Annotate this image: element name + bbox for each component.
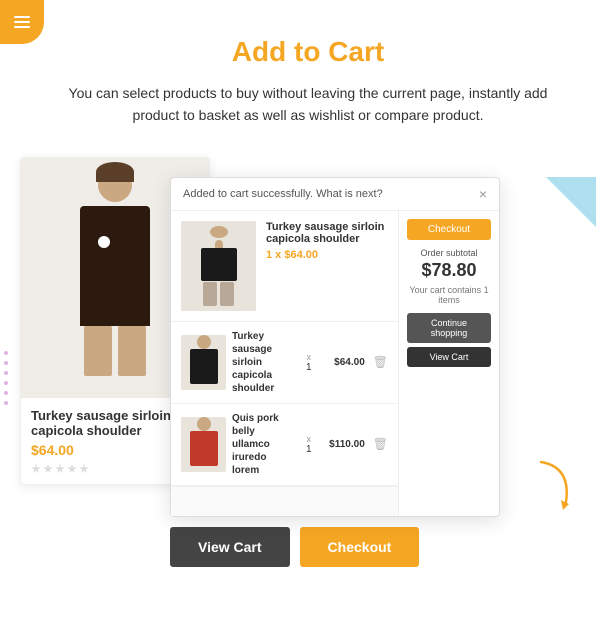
illustration-area: + Turkey sausage sirloin capicola should… <box>0 147 616 577</box>
cart-item-qty-1: x 1 <box>299 352 319 373</box>
star-1 <box>31 464 41 474</box>
featured-product-name: Turkey sausage sirloin capicola shoulder <box>266 221 388 245</box>
cart-popup: Added to cart successfully. What is next… <box>170 177 500 517</box>
page-title: Add to Cart <box>30 36 586 68</box>
featured-product-row: Turkey sausage sirloin capicola shoulder… <box>171 211 398 322</box>
cart-sidebar: Checkout Order subtotal $78.80 Your cart… <box>399 211 499 516</box>
cart-item-name-2: Quis pork belly ullamco iruredo lorem <box>232 412 293 477</box>
mini-head <box>210 226 228 238</box>
figure-head <box>98 168 132 202</box>
cart-item-price-1: $64.00 <box>325 357 365 368</box>
cart-products-column: Turkey sausage sirloin capicola shoulder… <box>171 211 399 516</box>
order-subtotal-amount: $78.80 <box>421 260 476 281</box>
delete-icon-1[interactable]: 🗑 <box>373 355 388 369</box>
featured-qty-label: 1 x <box>266 249 281 261</box>
cart-item-partial <box>171 486 398 516</box>
cart-item-image-2 <box>181 417 226 472</box>
tiny-head-2 <box>197 417 211 431</box>
featured-product-price-line: 1 x $64.00 <box>266 249 388 261</box>
cart-count-info: Your cart contains 1 items <box>407 285 491 305</box>
cart-item-price-2: $110.00 <box>325 439 365 450</box>
star-5 <box>79 464 89 474</box>
tiny-head-1 <box>197 335 211 349</box>
page-description: You can select products to buy without l… <box>48 82 568 127</box>
star-3 <box>55 464 65 474</box>
star-2 <box>43 464 53 474</box>
continue-shopping-button[interactable]: Continue shopping <box>407 313 491 343</box>
figure-body <box>80 206 150 326</box>
view-cart-sidebar-button[interactable]: View Cart <box>407 347 491 367</box>
cart-popup-body: Turkey sausage sirloin capicola shoulder… <box>171 211 499 516</box>
featured-product-details: Turkey sausage sirloin capicola shoulder… <box>266 221 388 261</box>
qty-num-1: 1 <box>306 362 312 373</box>
qty-x-1: x <box>307 352 312 362</box>
product-model-figure <box>65 168 165 388</box>
mini-figure <box>189 226 249 306</box>
cart-success-message: Added to cart successfully. What is next… <box>183 188 383 200</box>
cart-item-qty-2: x 1 <box>299 434 319 455</box>
figure-hair <box>96 162 134 182</box>
view-cart-button[interactable]: View Cart <box>170 527 290 567</box>
tiny-body-1 <box>190 349 218 384</box>
close-icon[interactable]: × <box>479 186 487 202</box>
cart-item-info-2: Quis pork belly ullamco iruredo lorem <box>232 412 293 477</box>
star-4 <box>67 464 77 474</box>
checkout-button[interactable]: Checkout <box>300 527 420 567</box>
cart-item-info-1: Turkey sausage sirloin capicola shoulder <box>232 330 293 395</box>
mini-body <box>201 248 237 281</box>
checkout-top-button[interactable]: Checkout <box>407 219 491 240</box>
cart-item-name-1: Turkey sausage sirloin capicola shoulder <box>232 330 293 395</box>
menu-button[interactable] <box>0 0 44 44</box>
cart-item: Turkey sausage sirloin capicola shoulder… <box>171 322 398 404</box>
order-subtotal-label: Order subtotal <box>420 248 477 258</box>
tiny-body-2 <box>190 431 218 466</box>
orange-arrow-bottom-decoration <box>521 457 581 522</box>
delete-icon-2[interactable]: 🗑 <box>373 437 388 451</box>
cart-items-list: Turkey sausage sirloin capicola shoulder… <box>171 322 398 516</box>
bottom-buttons: View Cart Checkout <box>170 527 419 567</box>
hamburger-icon <box>14 16 30 28</box>
featured-product-image <box>181 221 256 311</box>
blue-arrow-decoration <box>546 177 596 227</box>
page-header: Add to Cart You can select products to b… <box>0 0 616 127</box>
qty-num-2: 1 <box>306 444 312 455</box>
featured-price: $64.00 <box>284 249 318 261</box>
cart-popup-header: Added to cart successfully. What is next… <box>171 178 499 211</box>
qty-x-2: x <box>307 434 312 444</box>
cart-item: Quis pork belly ullamco iruredo lorem x … <box>171 404 398 486</box>
cart-item-image-1 <box>181 335 226 390</box>
